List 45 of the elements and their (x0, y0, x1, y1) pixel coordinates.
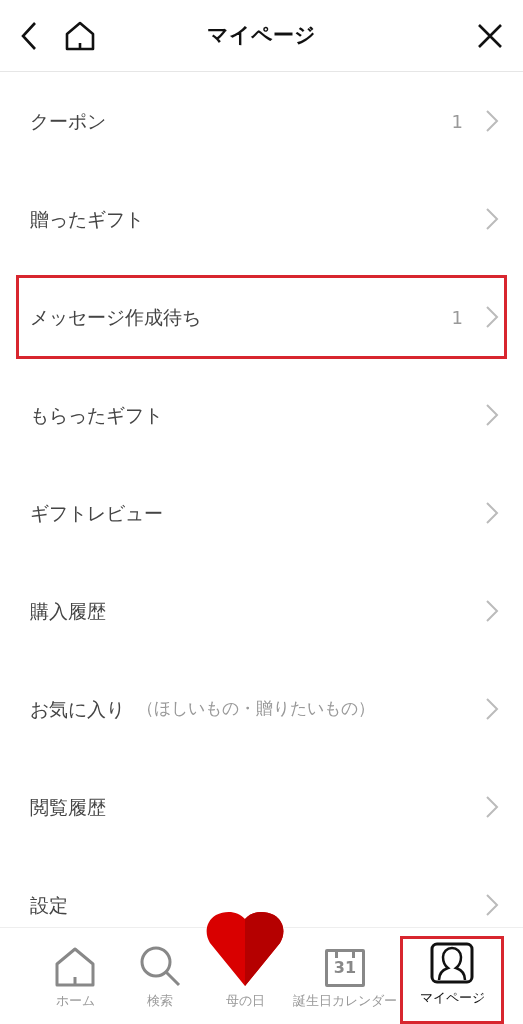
tab-label: 母の日 (225, 991, 265, 1010)
menu-label: 設定 (30, 892, 68, 918)
menu-item[interactable]: お気に入り （ほしいもの・贈りたいもの） (0, 660, 523, 758)
profile-icon (430, 941, 474, 984)
menu-label: 閲覧履歴 (30, 794, 106, 820)
close-icon[interactable] (477, 22, 503, 49)
menu-label: 購入履歴 (30, 598, 106, 624)
tab-label: 誕生日カレンダー (293, 991, 397, 1010)
home-icon[interactable] (64, 20, 96, 51)
menu-label: クーポン (30, 108, 106, 134)
tab-item[interactable]: 31 誕生日カレンダー (290, 936, 400, 1024)
chevron-icon (485, 893, 499, 917)
chevron-icon (485, 697, 499, 721)
chevron-icon (485, 207, 499, 231)
home-icon (54, 946, 96, 987)
menu-item[interactable]: クーポン 1 (0, 72, 523, 170)
heart-icon (204, 910, 286, 987)
tab-label: 検索 (147, 991, 173, 1010)
count-label: 1 (451, 305, 463, 330)
menu-item[interactable]: メッセージ作成待ち 1 (9, 268, 514, 366)
menu-label: メッセージ作成待ち (30, 304, 201, 330)
tab-label: ホーム (55, 991, 95, 1010)
tab-item[interactable]: マイページ (400, 936, 504, 1024)
search-icon (139, 944, 181, 987)
back-icon[interactable] (20, 20, 38, 51)
calendar-icon: 31 (325, 948, 365, 987)
menu-item[interactable]: もらったギフト (0, 366, 523, 464)
chevron-icon (485, 109, 499, 133)
page-title: マイページ (206, 22, 317, 49)
menu-label: もらったギフト (30, 402, 163, 428)
menu-item[interactable]: 贈ったギフト (0, 170, 523, 268)
count-label: 1 (451, 109, 463, 134)
chevron-icon (485, 501, 499, 525)
menu-label: お気に入り (30, 696, 125, 722)
chevron-icon (485, 403, 499, 427)
menu-item[interactable]: 閲覧履歴 (0, 758, 523, 856)
chevron-icon (485, 795, 499, 819)
menu-item[interactable]: ギフトレビュー (0, 464, 523, 562)
chevron-icon (485, 599, 499, 623)
chevron-icon (485, 305, 499, 329)
tab-label: マイページ (419, 988, 485, 1007)
menu-note: （ほしいもの・贈りたいもの） (137, 697, 375, 721)
menu-label: 贈ったギフト (30, 206, 144, 232)
menu-item[interactable]: 購入履歴 (0, 562, 523, 660)
menu-label: ギフトレビュー (30, 500, 163, 526)
